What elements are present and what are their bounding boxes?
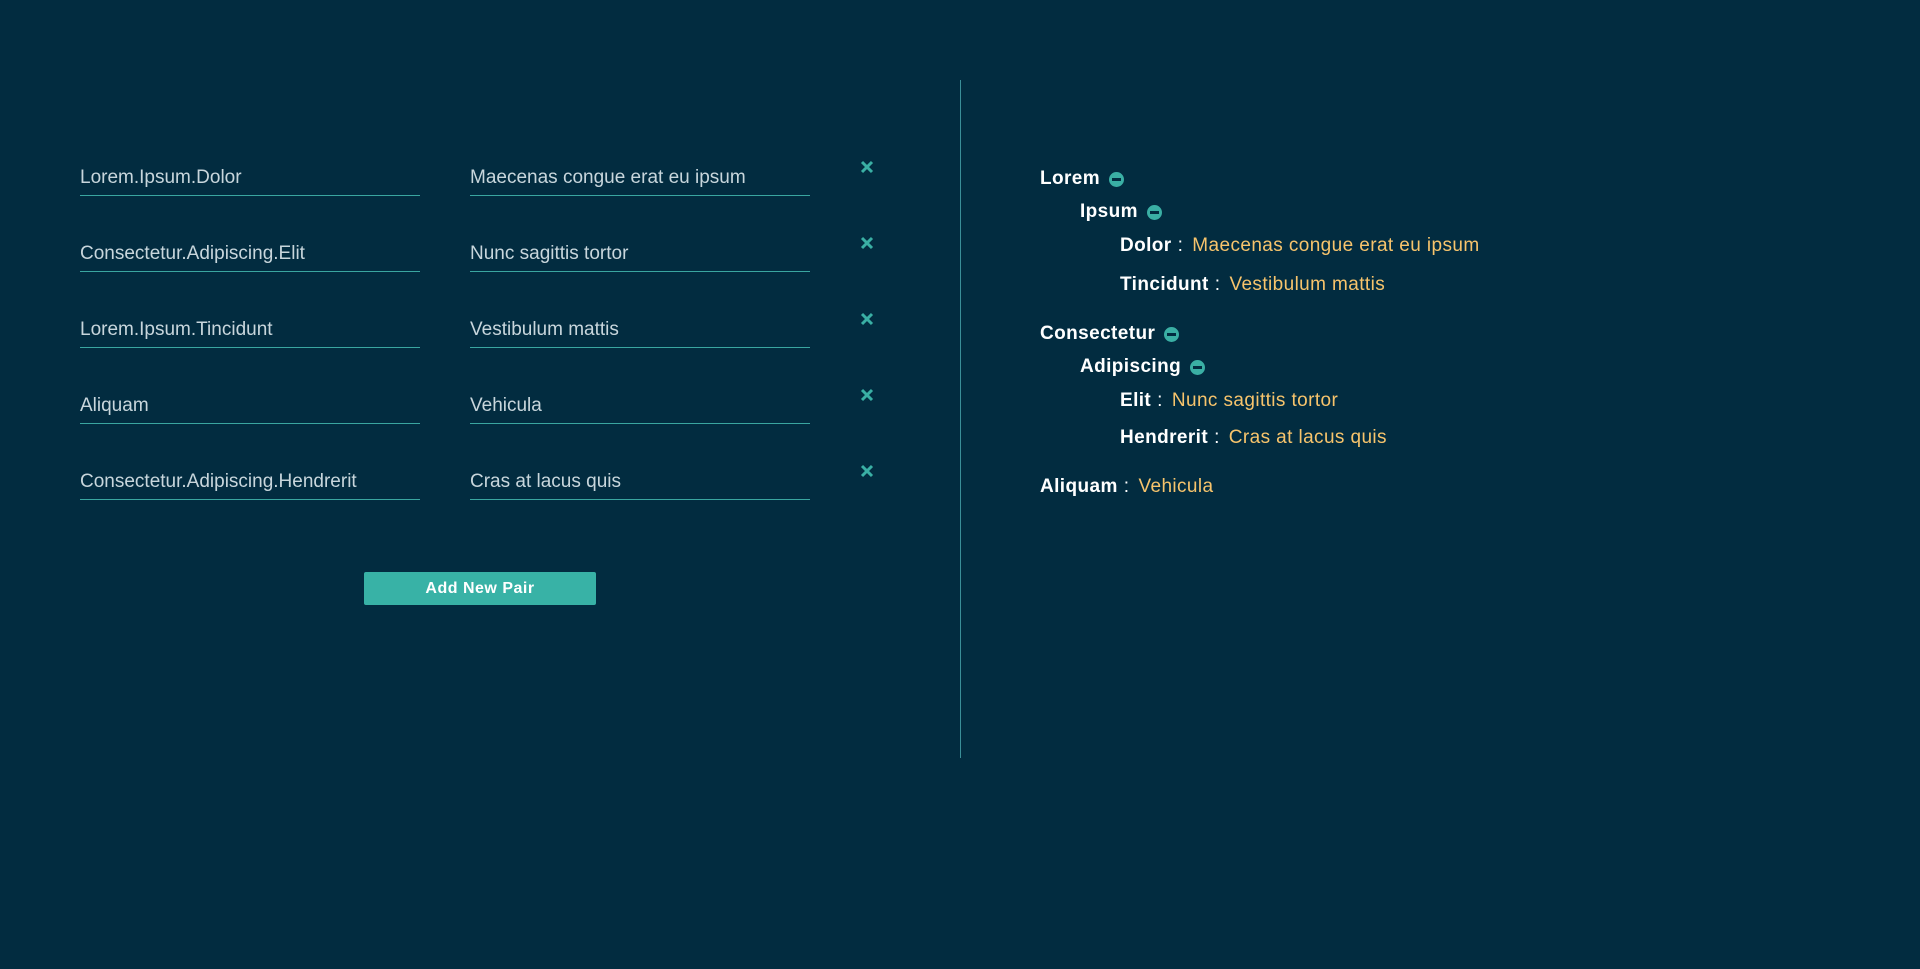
close-icon xyxy=(860,236,874,250)
tree-value: Vehicula xyxy=(1138,476,1214,497)
tree-key: Hendrerit xyxy=(1120,427,1209,448)
tree-separator: : xyxy=(1214,274,1221,295)
remove-pair-button[interactable] xyxy=(855,456,879,486)
close-icon xyxy=(860,160,874,174)
key-input[interactable] xyxy=(80,164,420,196)
tree-leaf-tincidunt: Tincidunt : Vestibulum mattis xyxy=(1120,274,1385,296)
pair-row xyxy=(80,378,900,454)
tree-leaf-aliquam: Aliquam : Vehicula xyxy=(1040,476,1214,498)
tree-node-adipiscing: Adipiscing xyxy=(1080,356,1206,378)
tree-separator: : xyxy=(1123,476,1130,497)
tree-leaf-elit: Elit : Nunc sagittis tortor xyxy=(1120,390,1338,412)
tree-key: Tincidunt xyxy=(1120,274,1209,295)
pair-row xyxy=(80,226,900,302)
value-input[interactable] xyxy=(470,164,810,196)
collapse-icon[interactable] xyxy=(1146,204,1162,220)
tree-key: Ipsum xyxy=(1080,201,1138,222)
tree-value: Cras at lacus quis xyxy=(1228,427,1387,448)
value-input[interactable] xyxy=(470,392,810,424)
tree-leaf-hendrerit: Hendrerit : Cras at lacus quis xyxy=(1120,427,1387,449)
tree-key: Consectetur xyxy=(1040,323,1156,344)
tree-value: Maecenas congue erat eu ipsum xyxy=(1192,235,1480,256)
key-input[interactable] xyxy=(80,392,420,424)
value-input[interactable] xyxy=(470,468,810,500)
tree-separator: : xyxy=(1214,427,1220,448)
tree-node-ipsum: Ipsum xyxy=(1080,201,1162,223)
value-input[interactable] xyxy=(470,316,810,348)
collapse-icon[interactable] xyxy=(1109,171,1125,187)
remove-pair-button[interactable] xyxy=(855,152,879,182)
pair-row xyxy=(80,302,900,378)
pair-row xyxy=(80,454,900,530)
panel-divider xyxy=(960,80,961,758)
tree-node-lorem: Lorem xyxy=(1040,168,1125,190)
key-input[interactable] xyxy=(80,316,420,348)
tree-key: Lorem xyxy=(1040,168,1101,189)
remove-pair-button[interactable] xyxy=(855,304,879,334)
close-icon xyxy=(860,464,874,478)
pair-editor: Add New Pair xyxy=(80,150,900,605)
close-icon xyxy=(860,388,874,402)
value-input[interactable] xyxy=(470,240,810,272)
tree-key: Aliquam xyxy=(1040,476,1118,497)
tree-key: Elit xyxy=(1120,390,1152,411)
remove-pair-button[interactable] xyxy=(855,228,879,258)
key-input[interactable] xyxy=(80,240,420,272)
tree-key: Dolor xyxy=(1120,235,1172,256)
collapse-icon[interactable] xyxy=(1164,326,1180,342)
tree-separator: : xyxy=(1177,235,1184,256)
pair-row xyxy=(80,150,900,226)
collapse-icon[interactable] xyxy=(1190,359,1206,375)
tree-value: Vestibulum mattis xyxy=(1229,274,1386,295)
tree-value: Nunc sagittis tortor xyxy=(1171,390,1339,411)
add-new-pair-button[interactable]: Add New Pair xyxy=(364,572,596,605)
close-icon xyxy=(860,312,874,326)
tree-separator: : xyxy=(1157,390,1163,411)
tree-key: Adipiscing xyxy=(1080,356,1182,377)
tree-leaf-dolor: Dolor : Maecenas congue erat eu ipsum xyxy=(1120,235,1480,257)
remove-pair-button[interactable] xyxy=(855,380,879,410)
tree-node-consectetur: Consectetur xyxy=(1040,323,1180,345)
key-input[interactable] xyxy=(80,468,420,500)
